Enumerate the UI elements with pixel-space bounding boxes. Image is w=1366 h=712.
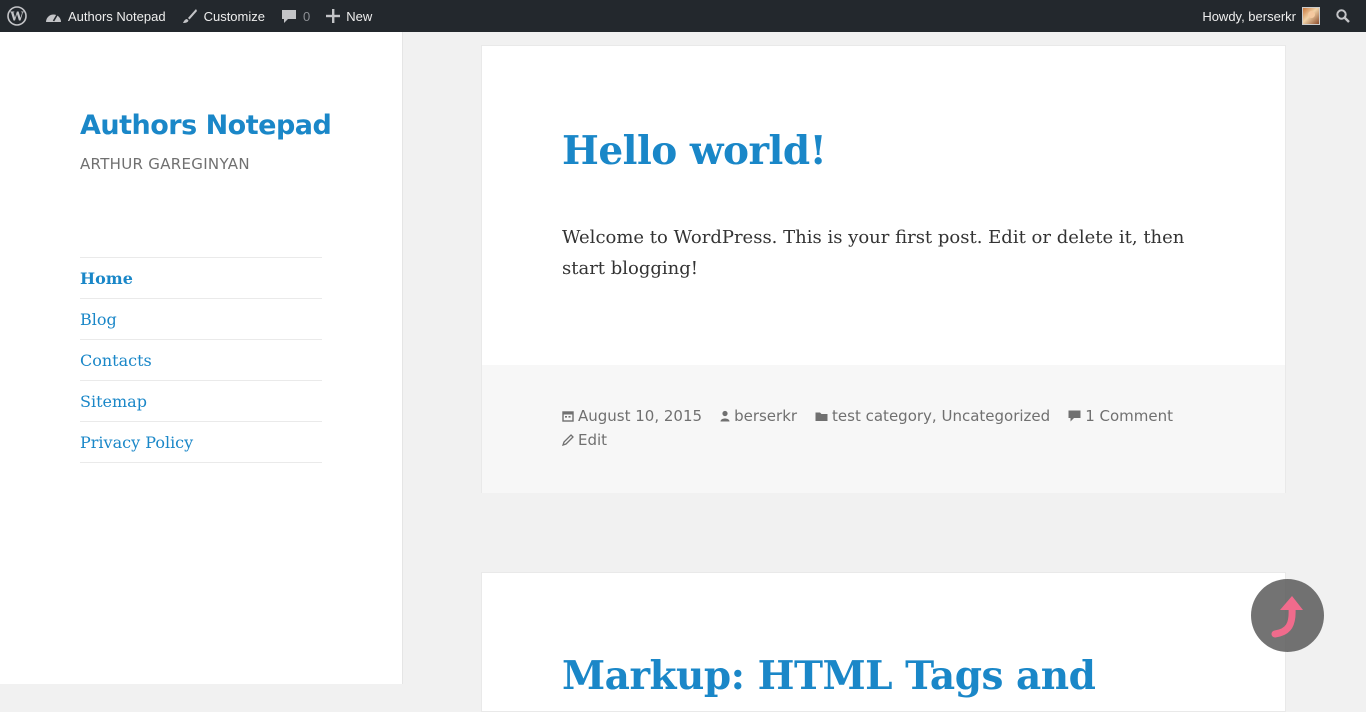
comments-count: 0 xyxy=(303,8,311,24)
folder-icon xyxy=(815,412,828,421)
post-footer: August 10, 2015 berserkr test category, … xyxy=(482,365,1285,493)
post-comments-label: 1 Comment xyxy=(1085,407,1173,425)
site-title[interactable]: Authors Notepad xyxy=(80,110,332,141)
new-content-button[interactable]: New xyxy=(318,0,380,32)
menu-item-home[interactable]: Home xyxy=(80,258,322,299)
my-account-menu[interactable]: Howdy, berserkr xyxy=(1194,0,1328,32)
site-name-menu[interactable]: Authors Notepad xyxy=(37,0,174,32)
sidebar: Authors Notepad ARTHUR GAREGINYAN Home B… xyxy=(0,32,403,684)
post-edit-link[interactable]: Edit xyxy=(562,431,607,449)
pencil-icon xyxy=(562,434,574,446)
customize-button[interactable]: Customize xyxy=(174,0,273,32)
scroll-to-top-button[interactable] xyxy=(1251,579,1324,652)
customize-label: Customize xyxy=(203,8,265,24)
menu-item-privacy-policy[interactable]: Privacy Policy xyxy=(80,422,322,463)
category-link[interactable]: test category xyxy=(832,407,932,425)
howdy-label: Howdy, berserkr xyxy=(1202,8,1296,24)
post-categories: test category, Uncategorized xyxy=(815,407,1050,425)
new-label: New xyxy=(346,8,373,24)
post-date-label: August 10, 2015 xyxy=(578,407,703,425)
wordpress-logo-icon: W xyxy=(7,6,27,26)
comments-button[interactable]: 0 xyxy=(273,0,318,32)
site-description: ARTHUR GAREGINYAN xyxy=(80,155,250,173)
post-title[interactable]: Markup: HTML Tags and xyxy=(562,653,1096,699)
category-link[interactable]: Uncategorized xyxy=(941,407,1050,425)
admin-bar: W Authors Notepad Customize 0 New Howdy,… xyxy=(0,0,1366,32)
calendar-icon xyxy=(562,411,574,422)
category-separator: , xyxy=(931,407,937,425)
svg-text:W: W xyxy=(9,10,24,24)
post-content: Welcome to WordPress. This is your first… xyxy=(562,227,1185,279)
post-author[interactable]: berserkr xyxy=(720,407,797,425)
wordpress-logo-button[interactable]: W xyxy=(0,0,37,32)
post-edit-label: Edit xyxy=(578,431,608,449)
menu-item-sitemap[interactable]: Sitemap xyxy=(80,381,322,422)
post-card: Hello world! Welcome to WordPress. This … xyxy=(481,45,1286,493)
search-button[interactable] xyxy=(1328,0,1366,32)
post-date[interactable]: August 10, 2015 xyxy=(562,407,702,425)
post-card: Markup: HTML Tags and xyxy=(481,572,1286,712)
main-menu: Home Blog Contacts Sitemap Privacy Polic… xyxy=(80,257,322,463)
plus-icon xyxy=(326,9,341,23)
search-icon xyxy=(1336,9,1350,23)
post-title[interactable]: Hello world! xyxy=(562,128,827,174)
menu-item-contacts[interactable]: Contacts xyxy=(80,340,322,381)
curved-up-arrow-icon xyxy=(1271,595,1303,637)
site-name-label: Authors Notepad xyxy=(68,8,166,24)
comment-bubble-icon xyxy=(1068,410,1081,422)
post-meta: August 10, 2015 berserkr test category, … xyxy=(562,407,1191,425)
avatar xyxy=(1302,7,1320,25)
post-comments-link[interactable]: 1 Comment xyxy=(1068,407,1173,425)
post-author-label: berserkr xyxy=(734,407,798,425)
dashboard-icon xyxy=(46,14,61,22)
post-edit-line: Edit xyxy=(562,431,625,449)
comment-bubble-icon xyxy=(282,9,296,23)
brush-icon xyxy=(182,9,197,23)
menu-item-blog[interactable]: Blog xyxy=(80,299,322,340)
author-icon xyxy=(720,410,730,422)
